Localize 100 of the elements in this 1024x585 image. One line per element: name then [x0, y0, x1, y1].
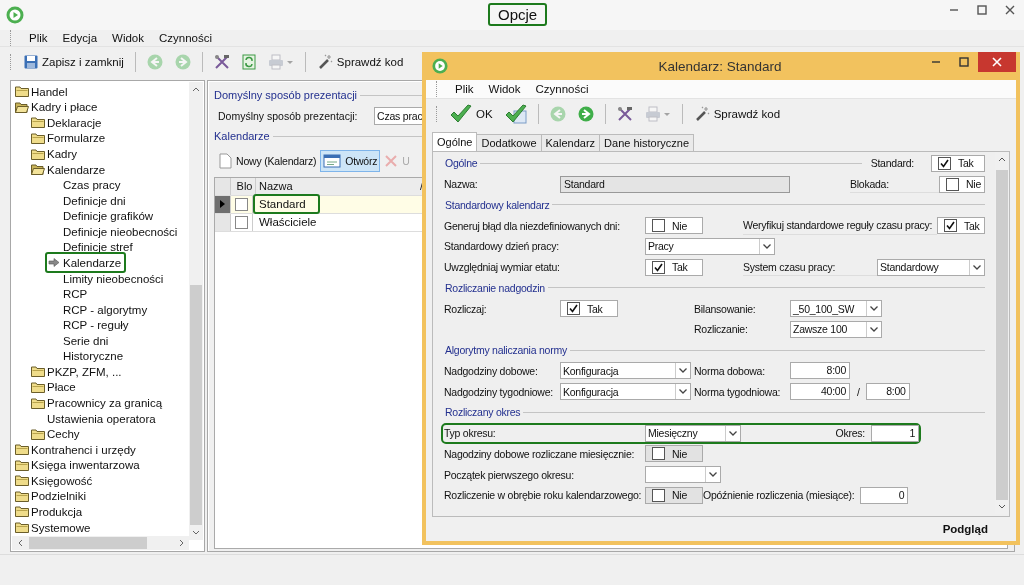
app-icon — [6, 6, 24, 24]
field-label: Generuj błąd dla niezdefiniowanych dni: — [444, 219, 621, 232]
separator-text: / — [857, 385, 860, 398]
group-title: Ogólne — [445, 157, 478, 170]
menu-item[interactable]: Widok — [111, 32, 145, 44]
checkbox-field[interactable]: Tak — [937, 217, 985, 235]
close-icon — [992, 57, 1002, 67]
checkbox-field[interactable]: Tak — [560, 300, 618, 318]
back-icon — [146, 54, 163, 70]
vertical-scrollbar[interactable] — [189, 82, 203, 540]
caret-icon — [679, 389, 687, 395]
table-cell: Standard — [253, 194, 320, 214]
checkbox[interactable] — [235, 215, 248, 229]
caret-icon — [709, 472, 717, 478]
row-pointer-icon — [220, 200, 225, 208]
save-button[interactable]: Zapisz i zamknij — [21, 53, 127, 71]
arrow-icon — [47, 257, 61, 269]
menu-item[interactable]: Widok — [487, 83, 522, 95]
minimize-icon — [949, 9, 959, 11]
caret-icon — [763, 243, 771, 249]
field-label: Okres: — [834, 427, 866, 440]
menu-item[interactable]: Czynności — [534, 83, 590, 95]
checkbox-field[interactable]: Nie — [939, 175, 985, 193]
column-header[interactable]: Blo — [231, 177, 256, 195]
delete-icon — [384, 153, 399, 168]
open-button[interactable]: Otwórz — [320, 149, 381, 172]
dropdown[interactable]: _50_100_SW — [790, 300, 882, 318]
caret-icon — [870, 326, 878, 332]
field-label: Nadgodziny tygodniowe: — [444, 385, 554, 398]
checkbox[interactable] — [567, 302, 580, 316]
tab[interactable]: Ogólne — [432, 132, 478, 151]
new-page-icon — [219, 152, 232, 169]
tab[interactable]: Kalendarz — [540, 134, 601, 151]
number-field[interactable]: 8:00 — [865, 383, 910, 401]
field-label: Opóźnienie rozliczenia (miesiące): — [703, 489, 856, 502]
menu-item[interactable]: Czynności — [158, 32, 214, 44]
number-field[interactable]: 40:00 — [790, 383, 850, 401]
checkmark-icon — [450, 104, 472, 124]
checkbox-field[interactable]: Tak — [931, 154, 985, 172]
menu-item[interactable]: Plik — [28, 32, 49, 44]
checkbox[interactable] — [235, 197, 248, 211]
app-icon — [432, 58, 448, 74]
checkbox[interactable] — [652, 219, 665, 233]
maximize-icon — [959, 57, 969, 67]
field-label: Domyślny sposób prezentacji: — [217, 109, 359, 122]
checked-document-icon — [504, 104, 527, 124]
save-icon — [24, 55, 38, 69]
new-button[interactable]: Nowy (Kalendarz) — [216, 148, 320, 173]
column-header[interactable]: Nazwa — [256, 180, 417, 192]
caret-icon — [973, 264, 981, 270]
field-label: Rozliczenie w obrębie roku kalendarzowego: — [444, 489, 643, 502]
maximize-icon — [977, 5, 987, 15]
printer-icon — [267, 54, 294, 70]
dropdown[interactable]: Miesięczny — [645, 424, 741, 442]
number-field[interactable]: 0 — [860, 486, 909, 504]
check-code-button[interactable]: Sprawdź kod — [690, 104, 784, 124]
dropdown[interactable]: Konfiguracja — [560, 383, 691, 401]
minimize-icon — [931, 61, 941, 63]
dropdown[interactable]: Konfiguracja — [560, 362, 691, 380]
menu-item[interactable]: Plik — [454, 83, 475, 95]
forward-icon — [577, 106, 594, 122]
field-label: Początek pierwszego okresu: — [444, 468, 575, 481]
caret-icon — [679, 368, 687, 374]
number-field[interactable]: 1 — [871, 424, 919, 442]
group-title: Kalendarze — [214, 130, 270, 143]
table-cell-text: Właściciele — [258, 215, 318, 230]
checkbox[interactable] — [944, 219, 957, 233]
window-title: Opcje — [488, 3, 548, 26]
forward-icon — [174, 54, 191, 70]
document-icon — [241, 54, 256, 70]
field-label: Nadgodziny dobowe: — [444, 364, 539, 377]
checkbox[interactable] — [938, 156, 951, 170]
horizontal-scrollbar[interactable] — [12, 536, 189, 550]
tab[interactable]: Dane historyczne — [599, 134, 695, 151]
tools-icon — [616, 106, 633, 122]
menu-item[interactable]: Edycja — [61, 32, 99, 44]
checkbox-field[interactable]: Tak — [645, 258, 703, 276]
check-code-button[interactable]: Sprawdź kod — [313, 52, 407, 72]
tools-icon — [213, 54, 230, 70]
dialog-title: Kalendarz: Standard — [657, 58, 783, 74]
checkbox-field[interactable]: Nie — [645, 217, 703, 235]
field-label: Rozliczanie: — [694, 323, 749, 336]
printer-icon — [644, 106, 671, 122]
dropdown[interactable]: Zawsze 100 — [790, 320, 882, 338]
dropdown[interactable]: Standardowy — [877, 258, 985, 276]
group-title: Domyślny sposób prezentacji — [214, 89, 358, 102]
number-field[interactable]: 8:00 — [790, 362, 850, 380]
preview-label: Podgląd — [942, 523, 988, 535]
back-icon — [549, 106, 566, 122]
checkbox[interactable] — [946, 177, 959, 191]
tree-item[interactable]: Kalendarze — [45, 252, 127, 274]
field-label: Uwzględniaj wymiar etatu: — [444, 261, 561, 274]
group-title: Standardowy kalendarz — [445, 198, 550, 211]
field-label: Typ okresu: — [444, 427, 497, 440]
checkbox[interactable] — [652, 260, 665, 274]
close-icon — [1005, 5, 1015, 15]
tab[interactable]: Dodatkowe — [476, 134, 542, 151]
dropdown[interactable]: Pracy — [645, 237, 775, 255]
group-title: Rozliczanie nadgodzin — [445, 281, 545, 294]
close-button[interactable] — [978, 52, 1016, 72]
